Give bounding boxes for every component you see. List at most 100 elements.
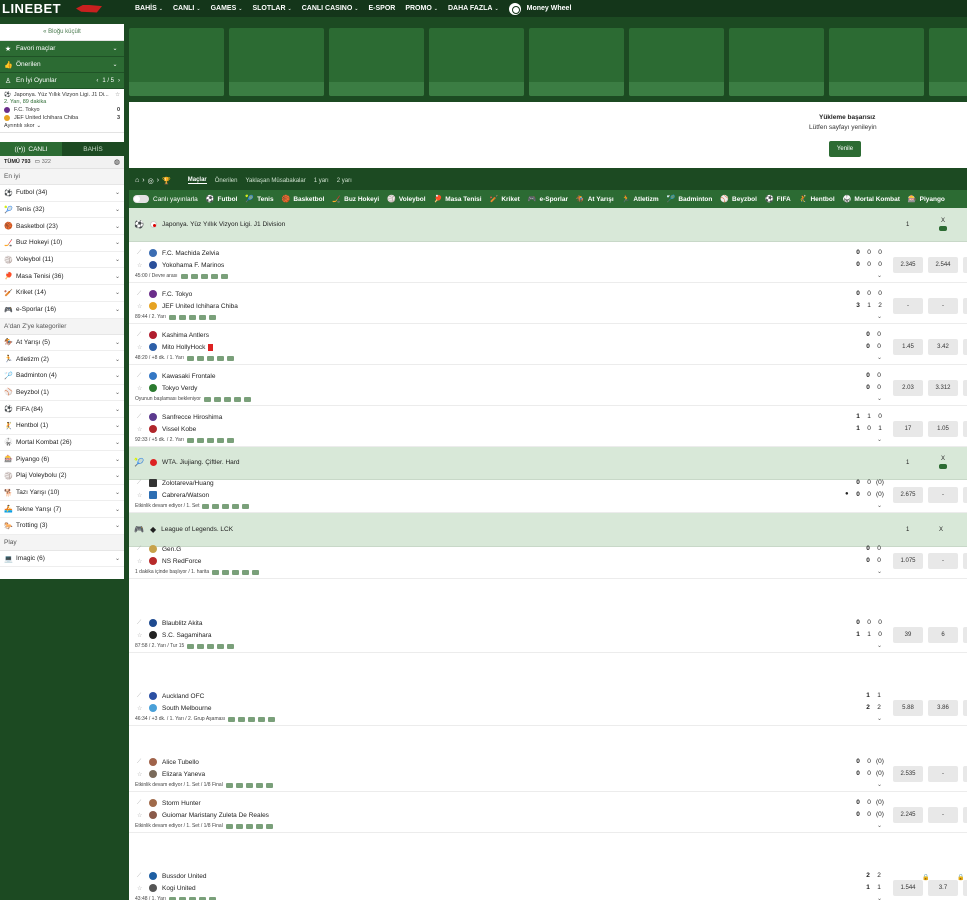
favorite-star-icon[interactable]: ☆	[137, 885, 146, 892]
tv-icon[interactable]	[225, 823, 233, 829]
sidebar-item-sport[interactable]: 🏐 Plaj Voleybolu (2) ⌄	[0, 468, 124, 485]
odds-button[interactable]: -	[928, 553, 958, 569]
match-row[interactable]: ⟋ Zolotareva/Huang 0 0 (0) ☆ Cabrera/Watson 0 0(…	[129, 473, 967, 513]
chevron-down-icon[interactable]: ⌄	[110, 45, 120, 52]
odds-button[interactable]: 1.05	[928, 421, 958, 437]
banner-tile[interactable]	[229, 28, 324, 96]
chevron-down-icon[interactable]: ⌄	[877, 436, 882, 443]
list-icon[interactable]	[233, 396, 241, 402]
stats-icon[interactable]	[238, 716, 246, 722]
pin-icon[interactable]: ⟋	[137, 620, 146, 627]
stream-icon[interactable]	[939, 226, 947, 231]
odds-button[interactable]	[963, 421, 967, 437]
sidebar-item-sport[interactable]: 🥋 Mortal Kombat (26) ⌄	[0, 435, 124, 452]
sport-filter-item[interactable]: 🏇 At Yarışı	[576, 195, 614, 204]
odds-button[interactable]: 3.86	[928, 700, 958, 716]
chart-icon[interactable]	[232, 569, 240, 575]
home-icon[interactable]: ⌂	[135, 177, 139, 184]
cat-icon[interactable]	[227, 643, 235, 649]
chevron-down-icon[interactable]: ⌄	[115, 389, 120, 396]
list-icon[interactable]	[242, 569, 250, 575]
chevron-down-icon[interactable]: ⌄	[115, 489, 120, 496]
stream-icon[interactable]	[939, 464, 947, 469]
list-icon[interactable]	[198, 314, 206, 320]
chevron-down-icon[interactable]: ⌄	[877, 715, 882, 722]
favorite-star-icon[interactable]: ☆	[137, 771, 146, 778]
sport-filter-item[interactable]: 🎾 Tenis	[245, 195, 273, 204]
stats-icon[interactable]	[235, 782, 243, 788]
odds-button[interactable]	[963, 807, 967, 823]
cat-icon[interactable]	[208, 314, 216, 320]
pin-icon[interactable]: ⟋	[137, 800, 146, 807]
sidebar-item-sport[interactable]: ⚽ FIFA (84) ⌄	[0, 401, 124, 418]
chevron-down-icon[interactable]: ⌄	[877, 395, 882, 402]
odds-button[interactable]: 2.535	[893, 766, 923, 782]
chevron-down-icon[interactable]: ⌄	[877, 895, 882, 900]
odds-button[interactable]: -	[928, 766, 958, 782]
odds-button[interactable]: 2.03	[893, 380, 923, 396]
banner-tile[interactable]	[329, 28, 424, 96]
stats-icon[interactable]	[197, 643, 205, 649]
chevron-down-icon[interactable]: ⌄	[115, 289, 120, 296]
cat-icon[interactable]	[265, 823, 273, 829]
chart-icon[interactable]	[223, 396, 231, 402]
odds-button[interactable]: 1.544	[893, 880, 923, 896]
banner-tile[interactable]	[129, 28, 224, 96]
odds-button[interactable]: 6	[928, 627, 958, 643]
chart-icon[interactable]	[206, 355, 214, 361]
sidebar-item-sport[interactable]: 🏐 Voleybol (11) ⌄	[0, 252, 124, 269]
tv-icon[interactable]	[202, 503, 210, 509]
odds-button[interactable]	[963, 487, 967, 503]
odds-button[interactable]: 3.7	[928, 880, 958, 896]
sidebar-item-sport[interactable]: 🐎 Trotting (3) ⌄	[0, 518, 124, 535]
chevron-down-icon[interactable]: ⌄	[877, 642, 882, 649]
tab-second-half[interactable]: 2 yarı	[337, 178, 352, 184]
recommended-header[interactable]: 👍 Önerilen ⌄	[0, 57, 124, 73]
stats-icon[interactable]	[235, 823, 243, 829]
list-icon[interactable]	[255, 782, 263, 788]
nav-item-8[interactable]: Money Wheel	[504, 2, 577, 15]
stats-icon[interactable]	[190, 273, 198, 279]
list-icon[interactable]	[255, 823, 263, 829]
odds-button[interactable]: 3.312	[928, 380, 958, 396]
tab-live[interactable]: ((•)) CANLI	[0, 142, 62, 156]
chevron-down-icon[interactable]: ⌄	[110, 61, 120, 68]
chevron-down-icon[interactable]: ⌄	[115, 456, 120, 463]
odds-button[interactable]	[963, 880, 967, 896]
pin-icon[interactable]: ⟋	[137, 480, 146, 487]
sport-filter-item[interactable]: 🎰 Piyango	[908, 195, 945, 204]
chevron-down-icon[interactable]: ⌄	[115, 339, 120, 346]
odds-button[interactable]: -	[893, 298, 923, 314]
pin-icon[interactable]: ⟋	[137, 250, 146, 257]
chevron-down-icon[interactable]: ⌄	[115, 472, 120, 479]
banner-tile[interactable]	[629, 28, 724, 96]
chevron-down-icon[interactable]: ⌄	[115, 306, 120, 313]
match-row[interactable]: ⟋ Bussdor United 2 2 ☆ Kogi United 1 1 43:48 / 1…	[129, 866, 967, 900]
chevron-down-icon[interactable]: ⌄	[877, 313, 882, 320]
list-icon[interactable]	[216, 355, 224, 361]
favorite-star-icon[interactable]: ☆	[137, 262, 146, 269]
odds-button[interactable]	[963, 627, 967, 643]
match-row[interactable]: ⟋ F.C. Tokyo 0 0 0 ☆ JEF United Ichihara Chiba…	[129, 284, 967, 324]
chevron-down-icon[interactable]: ⌄	[115, 189, 120, 196]
odds-button[interactable]: 2.675	[893, 487, 923, 503]
list-icon[interactable]	[217, 643, 225, 649]
chevron-down-icon[interactable]: ⌄	[115, 372, 120, 379]
chart-icon[interactable]	[245, 782, 253, 788]
chart-icon[interactable]	[188, 314, 196, 320]
sidebar-item-sport[interactable]: 🤾 Hentbol (1) ⌄	[0, 418, 124, 435]
chevron-left-icon[interactable]: ‹	[96, 78, 98, 84]
odds-button[interactable]	[963, 339, 967, 355]
chevron-down-icon[interactable]: ⌄	[115, 522, 120, 529]
cat-icon[interactable]	[242, 503, 250, 509]
favorite-star-icon[interactable]: ☆	[137, 812, 146, 819]
match-row[interactable]: ⟋ Sanfrecce Hiroshima 1 1 0 ☆ Vissel Kobe 1 0 1 92…	[129, 407, 967, 447]
tab-first-half[interactable]: 1 yarı	[314, 178, 329, 184]
match-row[interactable]: ⟋ F.C. Machida Zelvia 0 0 0 ☆ Yokohama F. Mari…	[129, 243, 967, 283]
chevron-down-icon[interactable]: ⌄	[115, 439, 120, 446]
sidebar-item-sport[interactable]: 🏇 At Yarışı (5) ⌄	[0, 335, 124, 352]
match-row[interactable]: ⟋ Kawasaki Frontale 0 0 ☆ Tokyo Verdy 0 0 Oyunun…	[129, 366, 967, 406]
odds-button[interactable]: 1.45	[893, 339, 923, 355]
tab-recommended[interactable]: Önerilen	[215, 178, 238, 184]
soccer-icon[interactable]: ◎	[148, 177, 154, 185]
